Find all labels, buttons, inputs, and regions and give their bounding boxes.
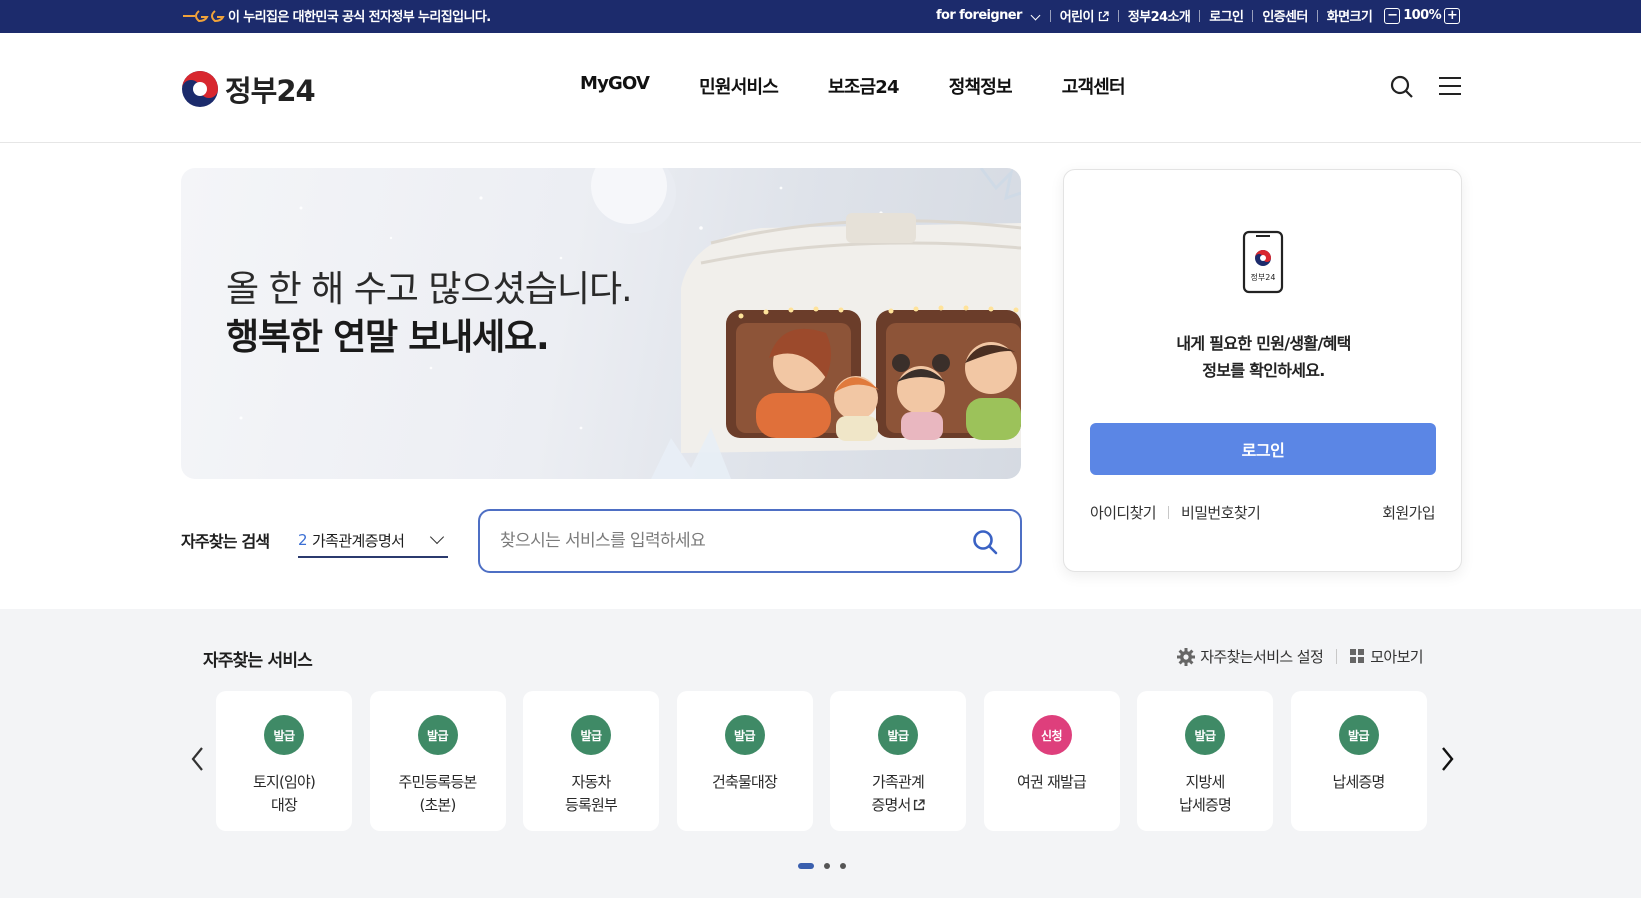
login-button[interactable]: 로그인 (1090, 423, 1436, 475)
favorite-services-tools: 자주찾는서비스 설정 모아보기 (1177, 646, 1424, 667)
nav-customer-center[interactable]: 고객센터 (1062, 73, 1126, 99)
frequent-search-label: 자주찾는 검색 (181, 532, 270, 551)
gear-icon (1177, 647, 1196, 666)
nav-subsidy24[interactable]: 보조금24 (828, 73, 900, 99)
issue-badge: 발급 (1338, 715, 1379, 755)
service-search-input[interactable] (500, 511, 960, 571)
service-card-family-certificate[interactable]: 발급 가족관계 증명서 (830, 691, 966, 831)
zoom-in-button[interactable]: + (1444, 7, 1460, 24)
issue-badge: 발급 (571, 715, 611, 755)
login-message: 내게 필요한 민원/생활/혜택 정보를 확인하세요. (1176, 334, 1351, 380)
gov-notice: 이 누리집은 대한민국 공식 전자정부 누리집입니다. (228, 10, 491, 25)
chevron-down-icon (1030, 10, 1041, 21)
external-link-icon (1098, 11, 1109, 22)
carousel-pagination (798, 863, 846, 869)
issue-badge: 발급 (724, 715, 765, 755)
service-card-label: 자동차 등록원부 (564, 773, 618, 814)
gov-banner: 이 누리집은 대한민국 공식 전자정부 누리집입니다. for foreigne… (0, 0, 1641, 33)
signup-link[interactable]: 회원가입 (1382, 502, 1435, 523)
carousel-dot-2[interactable] (824, 863, 830, 869)
cert-center-link[interactable]: 인증센터 (1262, 6, 1308, 25)
mobile-app-icon: 정부24 (1242, 230, 1284, 294)
top-login-link[interactable]: 로그인 (1209, 6, 1244, 25)
carousel-dot-1[interactable] (798, 863, 814, 869)
nav-civil-service[interactable]: 민원서비스 (699, 73, 779, 99)
find-id-link[interactable]: 아이디찾기 (1090, 502, 1157, 523)
service-card-label: 가족관계 증명서 (871, 773, 925, 814)
gov-mark-icon (183, 10, 225, 23)
issue-badge: 발급 (1185, 715, 1225, 755)
find-password-link[interactable]: 비밀번호찾기 (1181, 502, 1261, 523)
utility-links: for foreigner 어린이 정부24소개 로그인 인증센터 화면크기 −… (936, 6, 1463, 25)
service-card-local-tax-certificate[interactable]: 발급 지방세 납세증명 (1137, 691, 1273, 831)
issue-badge: 발급 (878, 715, 918, 755)
service-card-label: 건축물대장 (711, 773, 778, 791)
service-card-vehicle-register[interactable]: 발급 자동차 등록원부 (523, 691, 659, 831)
search-icon[interactable] (972, 529, 998, 555)
hero-banner[interactable]: 올 한 해 수고 많으셨습니다. 행복한 연말 보내세요. (181, 168, 1021, 479)
logo-text: 정부24 (225, 74, 316, 108)
favorite-services-title: 자주찾는 서비스 (203, 651, 313, 671)
external-link-icon (913, 799, 925, 811)
favorite-services-carousel: 발급 토지(임야) 대장 발급 주민등록등본 (초본) 발급 자동차 등록원부 … (216, 691, 1444, 831)
service-card-label: 토지(임야) 대장 (252, 773, 316, 814)
frequent-search-dropdown[interactable]: 2 가족관계증명서 (298, 524, 448, 558)
service-card-land-register[interactable]: 발급 토지(임야) 대장 (216, 691, 352, 831)
main-nav: MyGOV 민원서비스 보조금24 정책정보 고객센터 (580, 73, 1175, 99)
favorite-settings-button[interactable]: 자주찾는서비스 설정 (1177, 646, 1324, 667)
nav-policy-info[interactable]: 정책정보 (949, 73, 1013, 99)
site-logo[interactable]: 정부24 (181, 68, 316, 110)
service-card-label: 여권 재발급 (1017, 773, 1087, 791)
hero-headline: 올 한 해 수고 많으셨습니다. (226, 269, 633, 310)
service-card-label: 지방세 납세증명 (1178, 773, 1232, 814)
carousel-dot-3[interactable] (840, 863, 846, 869)
taegeuk-logo-icon (182, 71, 218, 107)
issue-badge: 발급 (417, 715, 458, 755)
kids-link[interactable]: 어린이 (1060, 6, 1109, 25)
issue-badge: 발급 (264, 715, 304, 755)
account-links: 아이디찾기 비밀번호찾기 (1090, 502, 1261, 523)
frequent-search-term: 가족관계증명서 (311, 531, 405, 550)
about-link[interactable]: 정부24소개 (1128, 6, 1191, 25)
service-card-tax-certificate[interactable]: 발급 납세증명 (1290, 691, 1427, 831)
search-icon[interactable] (1390, 75, 1414, 99)
foreigner-link[interactable]: for foreigner (936, 8, 1041, 23)
screen-size-label: 화면크기 (1326, 10, 1373, 25)
service-card-label: 납세증명 (1332, 773, 1385, 791)
zoom-out-button[interactable]: − (1384, 7, 1401, 24)
grid-icon (1350, 649, 1365, 663)
prev-arrow-icon[interactable] (187, 744, 209, 774)
chevron-down-icon (429, 529, 445, 545)
zoom-level: 100% (1403, 8, 1441, 23)
phone-caption: 정부24 (1251, 272, 1276, 282)
hero-subheadline: 행복한 연말 보내세요. (226, 317, 550, 358)
login-panel: 정부24 내게 필요한 민원/생활/혜택 정보를 확인하세요. 로그인 아이디찾… (1063, 169, 1462, 572)
site-header: 정부24 MyGOV 민원서비스 보조금24 정책정보 고객센터 (0, 33, 1641, 143)
service-card-passport-reissue[interactable]: 신청 여권 재발급 (983, 691, 1120, 831)
service-card-resident-register[interactable]: 발급 주민등록등본 (초본) (369, 691, 506, 831)
nav-mygov[interactable]: MyGOV (580, 73, 650, 99)
service-card-building-register[interactable]: 발급 건축물대장 (676, 691, 813, 831)
menu-icon[interactable] (1439, 77, 1461, 96)
frequent-search-rank: 2 (298, 531, 308, 549)
service-search-box (478, 509, 1022, 573)
view-all-button[interactable]: 모아보기 (1350, 646, 1424, 667)
family-caravan-illustration (651, 168, 1021, 479)
service-card-label: 주민등록등본 (초본) (398, 773, 477, 814)
apply-badge: 신청 (1031, 715, 1072, 755)
